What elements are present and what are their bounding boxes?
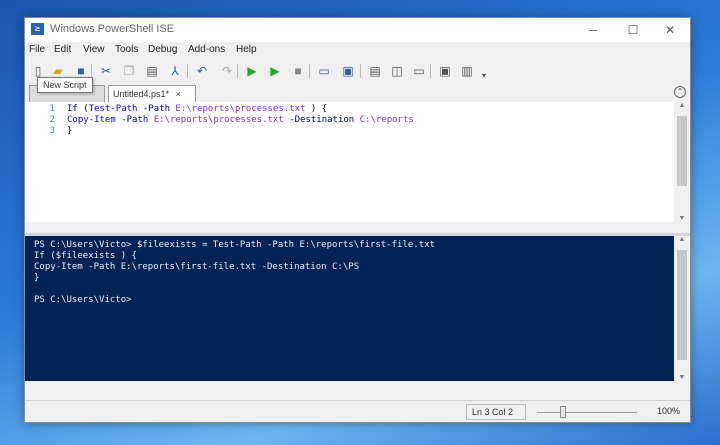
console-pane[interactable]: PS C:\Users\Victo> $fileexists = Test-Pa… (25, 236, 674, 381)
console-line: PS C:\Users\Victo> $fileexists = Test-Pa… (34, 240, 435, 250)
script-editor[interactable]: 1 If (Test-Path -Path E:\reports\processe… (25, 102, 674, 222)
run-selection-icon[interactable]: ▶ (266, 62, 284, 80)
paste-icon[interactable]: ▤ (143, 62, 161, 80)
code-token: Test-Path (88, 104, 138, 114)
menu-edit[interactable]: Edit (54, 44, 71, 55)
code-token: -Path (121, 115, 149, 125)
scroll-up-icon[interactable]: ▲ (674, 102, 690, 109)
editor-horizontal-scrollbar[interactable] (25, 222, 674, 233)
undo-icon[interactable]: ↶ (193, 62, 211, 80)
close-button[interactable]: ✕ (653, 21, 687, 39)
new-script-tooltip: New Script (37, 77, 93, 93)
toolbar-separator (237, 64, 238, 78)
run-script-icon[interactable]: ▶ (243, 62, 261, 80)
tab-close-icon[interactable]: × (176, 89, 181, 99)
code-token: C:\reports (359, 115, 414, 125)
toolbar-separator (91, 64, 92, 78)
powershell-icon: ≥ (31, 23, 44, 35)
code-token: -Destination (289, 115, 355, 125)
toolbar-separator (309, 64, 310, 78)
code-token: } (67, 126, 73, 136)
menu-bar: File Edit View Tools Debug Add-ons Help (25, 42, 690, 59)
line-number: 3 (49, 126, 55, 136)
toolbar: ▯ ▰ ■ ✂ ❐ ▤ ⅄ ↶ ↷ ▶ ▶ ■ ▭ ▣ ▤ ◫ ▭ ▣ ▥ ▾ (25, 59, 690, 83)
console-line: PS C:\Users\Victo> (34, 295, 132, 305)
code-token: -Path (142, 104, 170, 114)
editor-vertical-scrollbar[interactable]: ▲ ▼ (674, 102, 690, 222)
menu-add-ons[interactable]: Add-ons (188, 44, 225, 55)
code-token: E:\reports\processes.txt (175, 104, 306, 114)
menu-help[interactable]: Help (236, 44, 257, 55)
line-number: 2 (49, 115, 55, 125)
show-command-addon-icon[interactable]: ▥ (458, 62, 476, 80)
show-command-window-icon[interactable]: ▣ (436, 62, 454, 80)
menu-view[interactable]: View (83, 44, 105, 55)
code-token: E:\reports\processes.txt (153, 115, 284, 125)
code-token: If (67, 104, 84, 114)
tab-label: Untitled4.ps1* (113, 89, 170, 99)
start-powershell-icon[interactable]: ▣ (339, 62, 357, 80)
title-bar[interactable]: ≥ Windows PowerShell ISE ─ ☐ ✕ (25, 18, 690, 42)
copy-icon[interactable]: ❐ (120, 62, 138, 80)
show-script-pane-right-icon[interactable]: ◫ (388, 62, 406, 80)
zoom-slider-thumb[interactable] (560, 406, 566, 418)
code-token: Copy-Item (67, 115, 116, 125)
scroll-up-icon[interactable]: ▲ (674, 236, 690, 243)
scroll-down-icon[interactable]: ▼ (674, 374, 690, 381)
console-line: Copy-Item -Path E:\reports\first-file.tx… (34, 262, 360, 272)
collapse-script-pane-icon[interactable]: ⌃ (674, 86, 686, 98)
console-line: If ($fileexists ) { (34, 251, 137, 261)
minimize-button[interactable]: ─ (576, 21, 610, 39)
toolbar-separator (360, 64, 361, 78)
zoom-slider-track[interactable] (537, 412, 637, 413)
maximize-button[interactable]: ☐ (616, 21, 650, 39)
line-number: 1 (49, 104, 55, 114)
menu-debug[interactable]: Debug (148, 44, 177, 55)
script-tabs: Untitled4.ps1* × ⌃ (25, 83, 690, 102)
code-token: ) { (305, 104, 328, 114)
toolbar-separator (187, 64, 188, 78)
cut-icon[interactable]: ✂ (97, 62, 115, 80)
tab-untitled4[interactable]: Untitled4.ps1* × (108, 85, 196, 102)
powershell-ise-window: ≥ Windows PowerShell ISE ─ ☐ ✕ File Edit… (24, 17, 691, 423)
scroll-down-icon[interactable]: ▼ (674, 215, 690, 222)
menu-tools[interactable]: Tools (115, 44, 138, 55)
console-vertical-scrollbar[interactable]: ▲ ▼ (674, 236, 690, 381)
console-line: } (34, 273, 40, 283)
cursor-position: Ln 3 Col 2 (466, 404, 526, 420)
show-script-pane-maximized-icon[interactable]: ▭ (410, 62, 428, 80)
editor-scroll-thumb[interactable] (677, 116, 687, 186)
toolbar-separator (430, 64, 431, 78)
window-title: Windows PowerShell ISE (50, 23, 175, 35)
console-scroll-thumb[interactable] (677, 250, 687, 360)
redo-icon[interactable]: ↷ (218, 62, 236, 80)
zoom-level: 100% (657, 406, 681, 416)
stop-icon[interactable]: ■ (289, 62, 307, 80)
code-line[interactable]: 3} (25, 126, 73, 137)
clear-console-icon[interactable]: ⅄ (166, 62, 184, 80)
code-line[interactable]: 2 Copy-Item -Path E:\reports\processes.tx… (25, 115, 414, 126)
remote-powershell-icon[interactable]: ▭ (315, 62, 333, 80)
code-line[interactable]: 1 If (Test-Path -Path E:\reports\processe… (25, 104, 328, 115)
show-script-pane-top-icon[interactable]: ▤ (366, 62, 384, 80)
menu-file[interactable]: File (29, 44, 45, 55)
status-bar: Ln 3 Col 2 100% (25, 400, 690, 422)
